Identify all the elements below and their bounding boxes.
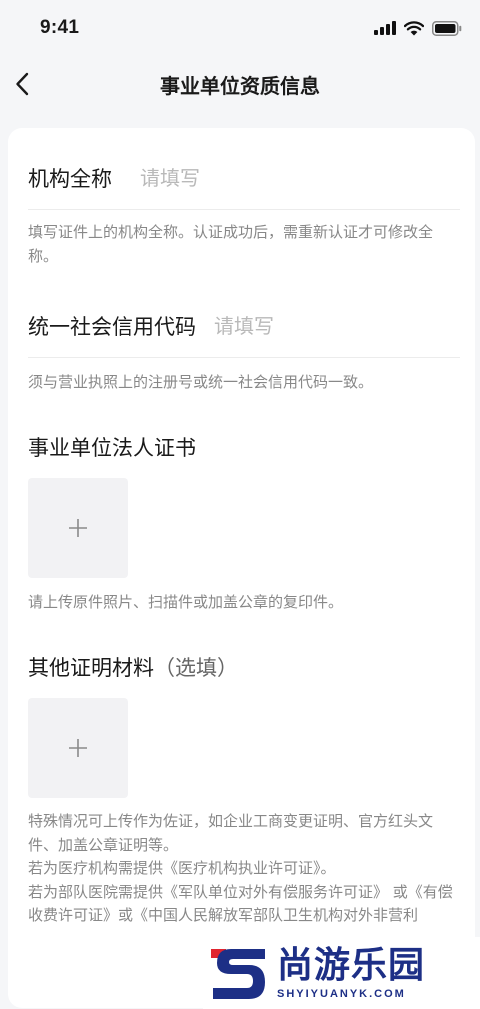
watermark-title: 尚游乐园 [277,945,426,986]
notes-line: 若为医疗机构需提供《医疗机构执业许可证》。 [28,859,336,877]
battery-icon [432,20,462,36]
notes-line: 特殊情况可上传作为佐证，如企业工商变更证明、官方红头文件、加盖公章证明等。 [28,812,434,854]
nav-bar: 事业单位资质信息 [0,56,480,112]
other-docs-title-text: 其他证明材料 [28,656,154,680]
chevron-left-icon [16,72,29,96]
other-docs-title: 其他证明材料（选填） [28,652,238,682]
optional-tag: （选填） [154,656,238,680]
org-name-label: 机构全称 [28,166,112,191]
plus-icon [69,519,87,537]
watermark-domain: SHYIYUANYK.COM [277,988,406,1000]
status-icons [374,20,462,36]
watermark-logo-icon [211,949,265,999]
legal-cert-upload-button[interactable] [28,478,128,578]
other-docs-notes: 特殊情况可上传作为佐证，如企业工商变更证明、官方红头文件、加盖公章证明等。 若为… [28,810,458,928]
legal-cert-title: 事业单位法人证书 [28,436,196,460]
signal-icon [374,21,396,35]
org-name-field: 机构全称 [28,146,460,210]
status-bar: 9:41 [0,0,480,56]
notes-line: 若为部队医院需提供《军队单位对外有偿服务许可证》 或《有偿收费许可证》或《中国人… [28,882,453,925]
org-name-hint: 填写证件上的机构全称。认证成功后，需重新认证才可修改全称。 [28,223,434,265]
legal-cert-hint: 请上传原件照片、扫描件或加盖公章的复印件。 [28,593,344,611]
other-docs-upload-button[interactable] [28,698,128,798]
status-time: 9:41 [40,17,80,38]
form-card: 机构全称 填写证件上的机构全称。认证成功后，需重新认证才可修改全称。 统一社会信… [8,128,475,1008]
credit-code-hint: 须与营业执照上的注册号或统一社会信用代码一致。 [28,373,374,391]
credit-code-input[interactable] [214,313,460,338]
watermark-text: 尚游乐园 SHYIYUANYK.COM [277,945,426,1001]
credit-code-field: 统一社会信用代码 [28,294,460,358]
plus-icon [69,739,87,757]
org-name-input[interactable] [140,165,460,190]
page-title: 事业单位资质信息 [160,73,320,98]
credit-code-label: 统一社会信用代码 [28,314,196,339]
watermark: 尚游乐园 SHYIYUANYK.COM [203,937,480,1009]
wifi-icon [404,20,424,35]
back-button[interactable] [2,66,42,102]
